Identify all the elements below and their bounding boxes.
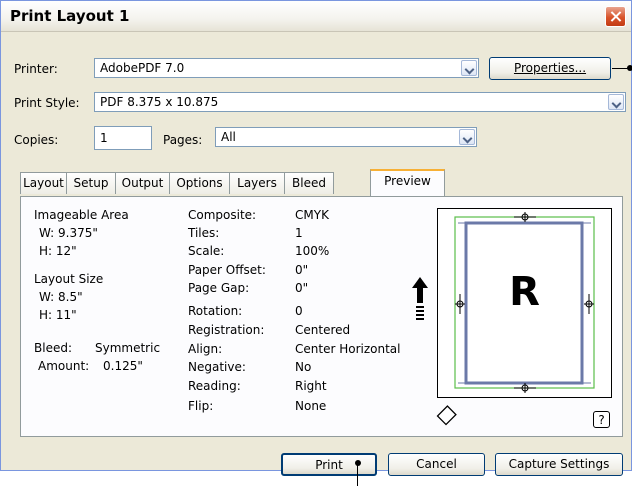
pages-select[interactable]: All <box>215 127 477 147</box>
tab-bleed[interactable]: Bleed <box>284 172 334 194</box>
bleed-value: Symmetric <box>95 341 161 355</box>
setting-value: Right <box>295 379 327 393</box>
setting-label: Align: <box>188 342 223 356</box>
setting-label: Tiles: <box>188 226 220 240</box>
print-callout-dot <box>355 460 361 466</box>
print-style-value: PDF 8.375 x 10.875 <box>100 95 219 109</box>
help-icon[interactable]: ? <box>593 411 610 428</box>
print-button[interactable]: Print <box>281 453 377 476</box>
setting-value: 100% <box>295 244 330 258</box>
setting-label: Composite: <box>188 208 257 222</box>
imageable-area-heading: Imageable Area <box>34 208 129 222</box>
printer-select[interactable]: AdobePDF 7.0 <box>94 58 479 78</box>
tab-setup[interactable]: Setup <box>66 172 116 194</box>
pages-value: All <box>221 130 236 144</box>
setting-value: CMYK <box>295 208 329 222</box>
close-icon[interactable] <box>605 6 626 27</box>
layout-width: W: 8.5" <box>39 290 83 304</box>
amount-value: 0.125" <box>103 359 143 373</box>
imageable-height: H: 12" <box>39 244 77 258</box>
setting-value: None <box>295 399 327 413</box>
copies-field[interactable]: 1 <box>94 126 152 150</box>
setting-value: 1 <box>295 226 303 240</box>
setting-value: Centered <box>295 323 351 337</box>
setting-value: 0" <box>295 263 309 277</box>
setting-label: Reading: <box>188 379 241 393</box>
setting-value: 0 <box>295 304 303 318</box>
setting-value: No <box>295 360 312 374</box>
chevron-down-icon[interactable] <box>459 129 475 145</box>
tab-output[interactable]: Output <box>115 172 170 194</box>
pages-label: Pages: <box>163 133 203 147</box>
copies-value: 1 <box>100 131 108 145</box>
setting-label: Negative: <box>188 360 246 374</box>
bleed-label: Bleed: <box>34 341 72 355</box>
print-style-label: Print Style: <box>14 96 80 110</box>
print-layout-dialog: Print Layout 1 Printer: AdobePDF 7.0 Pro… <box>0 0 632 476</box>
setting-label: Flip: <box>188 399 214 413</box>
tab-layers[interactable]: Layers <box>229 172 285 194</box>
tab-layout[interactable]: Layout <box>20 172 67 194</box>
setting-label: Paper Offset: <box>188 263 266 277</box>
print-callout-line <box>357 463 358 486</box>
properties-callout-dot <box>627 65 632 71</box>
setting-label: Scale: <box>188 244 225 258</box>
cancel-button[interactable]: Cancel <box>388 453 485 476</box>
setting-label: Rotation: <box>188 304 243 318</box>
setting-value: 0" <box>295 281 309 295</box>
layout-height: H: 11" <box>39 308 77 322</box>
properties-button-label: Properties... <box>513 61 587 75</box>
title-bar[interactable]: Print Layout 1 <box>1 1 631 32</box>
page-preview: R <box>437 208 612 398</box>
window-title: Print Layout 1 <box>10 7 130 25</box>
copies-label: Copies: <box>14 133 59 147</box>
imageable-width: W: 9.375" <box>39 226 98 240</box>
print-style-select[interactable]: PDF 8.375 x 10.875 <box>94 92 626 112</box>
printer-label: Printer: <box>14 62 58 76</box>
setting-label: Registration: <box>188 323 265 337</box>
capture-settings-button[interactable]: Capture Settings <box>495 453 623 476</box>
page-preview-letter: R <box>509 269 540 315</box>
orientation-arrow-icon <box>412 277 428 320</box>
properties-button[interactable]: Properties... <box>489 57 611 80</box>
layout-size-heading: Layout Size <box>34 272 104 286</box>
tab-preview[interactable]: Preview <box>370 169 445 197</box>
chevron-down-icon[interactable] <box>461 60 477 76</box>
amount-label: Amount: <box>38 359 90 373</box>
setting-value: Center Horizontal <box>295 342 401 356</box>
rotate-page-icon[interactable] <box>435 405 457 427</box>
printer-value: AdobePDF 7.0 <box>100 61 185 75</box>
tab-options[interactable]: Options <box>169 172 230 194</box>
setting-label: Page Gap: <box>188 281 250 295</box>
chevron-down-icon[interactable] <box>608 94 624 110</box>
